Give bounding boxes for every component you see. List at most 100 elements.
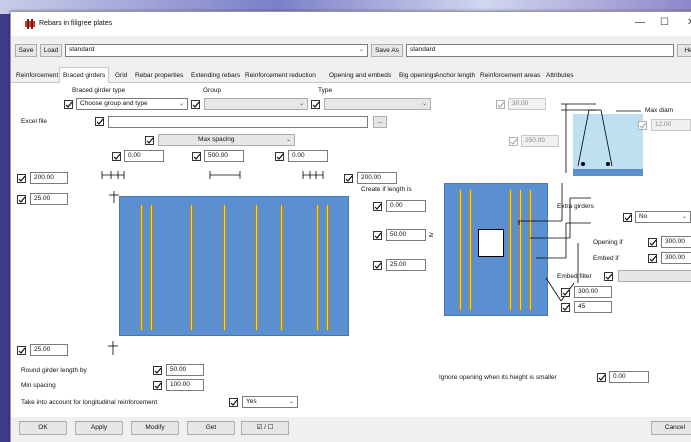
tab-anchor-length[interactable]: Anchor length [432,69,478,82]
type-checkbox[interactable] [311,100,320,109]
save-button[interactable]: Save [15,44,37,57]
preset-select[interactable]: standard ⌄ [65,44,368,57]
left-offset-field[interactable]: 200.00 [30,172,68,184]
angle-field[interactable]: 45 [574,301,612,313]
create-field[interactable]: 0.00 [386,200,426,212]
spacing-a-checkbox[interactable] [112,152,121,161]
bottom-offset-field[interactable]: 25.00 [30,344,68,356]
girder-bar [326,205,329,330]
min-spacing-label: Min spacing [21,382,56,389]
longitudinal-select[interactable]: Yes ⌄ [242,396,298,408]
ignore-opening-checkbox[interactable] [597,373,606,382]
ok-button[interactable]: OK [19,421,67,435]
opening-if-field[interactable]: 300.00 [661,236,691,248]
spacing-b-checkbox[interactable] [192,152,201,161]
spacing-mode-checkbox[interactable] [145,136,154,145]
max-diam-checkbox[interactable] [638,121,647,130]
min-spacing-field[interactable]: 100.00 [166,379,204,391]
excel-checkbox[interactable] [95,117,104,126]
type-label: Type [318,87,333,94]
get-button[interactable]: Get [187,421,235,435]
gap-checkbox[interactable] [373,231,382,240]
embed-if-checkbox[interactable] [648,254,657,263]
round-field[interactable]: 50.00 [166,364,204,376]
spacing-mode-select[interactable]: Max spacing ⌄ [158,134,295,146]
maximize-button[interactable]: ☐ [660,17,669,28]
girder-profile-drawing [561,103,643,176]
top-offset-field[interactable]: 25.00 [30,193,68,205]
toggle-all-button[interactable]: ☑ / ☐ [241,421,289,435]
girder-type-value: Choose group and type [80,100,148,107]
height-field[interactable]: 30.00 [508,98,546,110]
left-offset-checkbox[interactable] [17,174,26,183]
chevron-down-icon: ⌄ [421,101,427,107]
spacing-c-checkbox[interactable] [275,152,284,161]
embed-filter-select[interactable]: ⌄ [618,270,691,282]
tab-panel: Braced girder type Group Type Choose gro… [11,83,691,417]
opening-if-label: Opening if [593,239,623,246]
create-checkbox[interactable] [373,202,382,211]
tab-reinforcement[interactable]: Reinforcement [13,69,61,82]
dialog-window: Rebars in filigree plates — ☐ ✕ Save Loa… [10,11,691,442]
minimize-button[interactable]: — [635,17,645,28]
extra-girders-checkbox[interactable] [623,213,632,222]
tab-extending-rebars[interactable]: Extending rebars [188,69,243,82]
gap-field[interactable]: 50.00 [386,229,426,241]
spacing-a-field[interactable]: 0.00 [124,150,164,162]
ignore-opening-label: Ignore opening when its height is smalle… [439,374,557,381]
load-button[interactable]: Load [40,44,62,57]
type-select[interactable]: ⌄ [324,98,431,110]
girder-type-checkbox[interactable] [64,100,73,109]
tab-braced-girders[interactable]: Braced girders [59,67,110,83]
ignore-opening-field[interactable]: 0.00 [609,371,649,383]
top-offset-checkbox[interactable] [17,195,26,204]
tab-attributes[interactable]: Attributes [543,69,576,82]
spacing-c-field[interactable]: 0.00 [288,150,328,162]
chevron-down-icon: ⌄ [298,101,304,107]
group-select[interactable]: ⌄ [204,98,308,110]
edge-field[interactable]: 300.00 [574,286,612,298]
tab-grid[interactable]: Grid [112,69,130,82]
edge-checkbox[interactable] [561,288,570,297]
embed-if-field[interactable]: 300.00 [661,252,691,264]
tab-reinforcement-areas[interactable]: Reinforcement areas [477,69,543,82]
girder-bar [316,205,319,330]
title-bar: Rebars in filigree plates — ☐ ✕ [11,12,691,36]
help-button[interactable]: Help [677,44,691,57]
cancel-button[interactable]: Cancel [651,421,691,435]
excel-file-field[interactable] [108,116,368,128]
right-offset-field[interactable]: 200.00 [357,172,397,184]
height-checkbox[interactable] [496,100,505,109]
spacing-b-field[interactable]: 500.00 [204,150,244,162]
round-checkbox[interactable] [153,366,162,375]
browse-button[interactable]: ... [373,116,387,128]
apply-button[interactable]: Apply [75,421,123,435]
embed-if-label: Embed if [593,255,619,262]
embed-filter-checkbox[interactable] [604,272,613,281]
longitudinal-checkbox[interactable] [229,398,238,407]
offset-field[interactable]: 25.00 [386,259,426,271]
bottom-offset-checkbox[interactable] [17,346,26,355]
close-button[interactable]: ✕ [687,17,691,28]
length-field[interactable]: 250.00 [521,135,559,147]
min-spacing-checkbox[interactable] [153,381,162,390]
save-as-button[interactable]: Save As [371,44,403,57]
girder-bar [255,205,258,330]
extra-girders-select[interactable]: No ⌄ [635,211,691,223]
chevron-down-icon: ⌄ [358,47,364,53]
max-diam-field[interactable]: 12.00 [651,119,691,131]
girder-type-select[interactable]: Choose group and type ⌄ [76,98,188,110]
gap-operator: ≥ [429,230,434,239]
tab-rebar-properties[interactable]: Rebar properties [132,69,186,82]
tab-opening-embeds[interactable]: Opening and embeds [326,69,394,82]
chevron-down-icon: ⌄ [681,214,687,220]
extra-girders-value: No [639,213,648,220]
length-checkbox[interactable] [509,137,518,146]
offset-checkbox[interactable] [373,261,382,270]
angle-checkbox[interactable] [561,303,570,312]
group-checkbox[interactable] [191,100,200,109]
modify-button[interactable]: Modify [131,421,179,435]
save-as-field[interactable]: standard [406,44,674,57]
tab-reinforcement-reduction[interactable]: Reinforcement reduction [242,69,319,82]
opening-if-checkbox[interactable] [648,238,657,247]
